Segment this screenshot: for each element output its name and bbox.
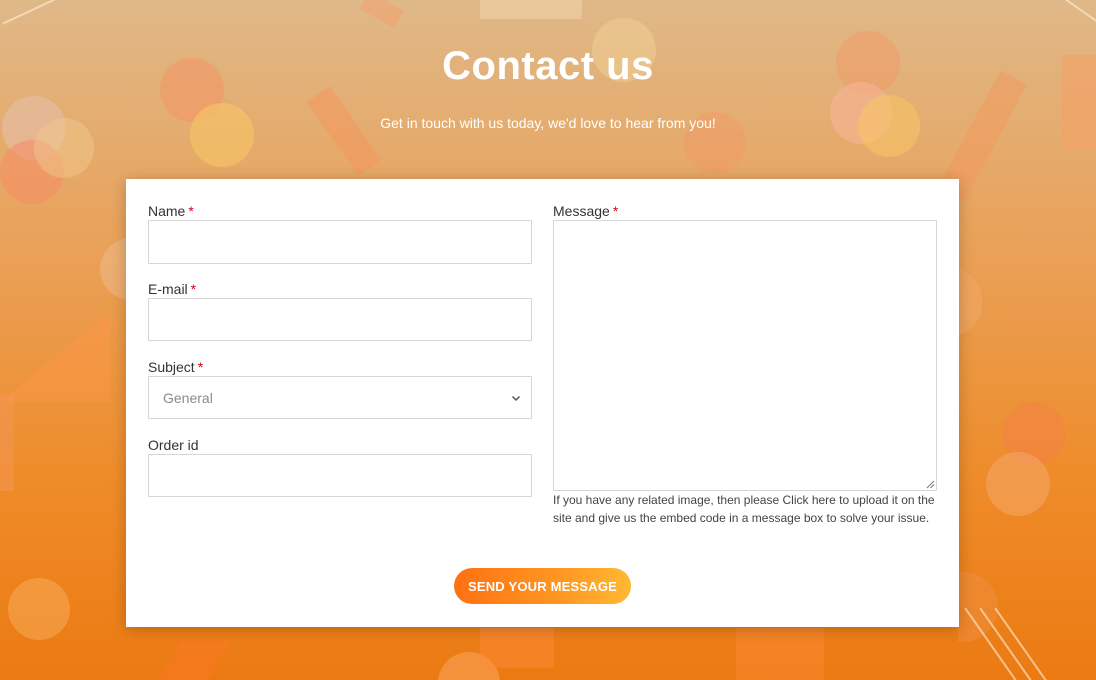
name-required-mark: * <box>188 203 194 219</box>
order-id-input[interactable] <box>148 454 532 497</box>
email-required-mark: * <box>190 281 197 297</box>
message-label-text: Message <box>553 203 610 219</box>
message-textarea[interactable] <box>553 220 937 491</box>
subject-select[interactable]: General <box>148 376 532 419</box>
name-label: Name * <box>148 203 194 219</box>
message-required-mark: * <box>612 203 619 219</box>
page-title: Contact us <box>442 44 654 88</box>
send-message-button[interactable]: SEND YOUR MESSAGE <box>454 568 631 604</box>
resize-handle-icon[interactable] <box>926 480 935 489</box>
upload-hint-text: If you have any related image, then plea… <box>553 493 935 525</box>
subject-select-value: General <box>163 389 213 406</box>
email-input[interactable] <box>148 298 532 341</box>
page-subtitle: Get in touch with us today, we'd love to… <box>380 115 716 131</box>
email-label: E-mail * <box>148 281 196 297</box>
order-id-label: Order id <box>148 437 199 453</box>
contact-form-card: Name * E-mail * Subject * General Order id … <box>126 179 959 627</box>
chevron-down-icon <box>511 395 521 401</box>
subject-label-text: Subject <box>148 359 195 375</box>
order-id-label-text: Order id <box>148 437 199 453</box>
name-input[interactable] <box>148 220 532 264</box>
email-label-text: E-mail <box>148 281 188 297</box>
message-label: Message * <box>553 203 618 219</box>
subject-required-mark: * <box>197 359 204 375</box>
subject-label: Subject * <box>148 359 203 375</box>
name-label-text: Name <box>148 203 186 219</box>
